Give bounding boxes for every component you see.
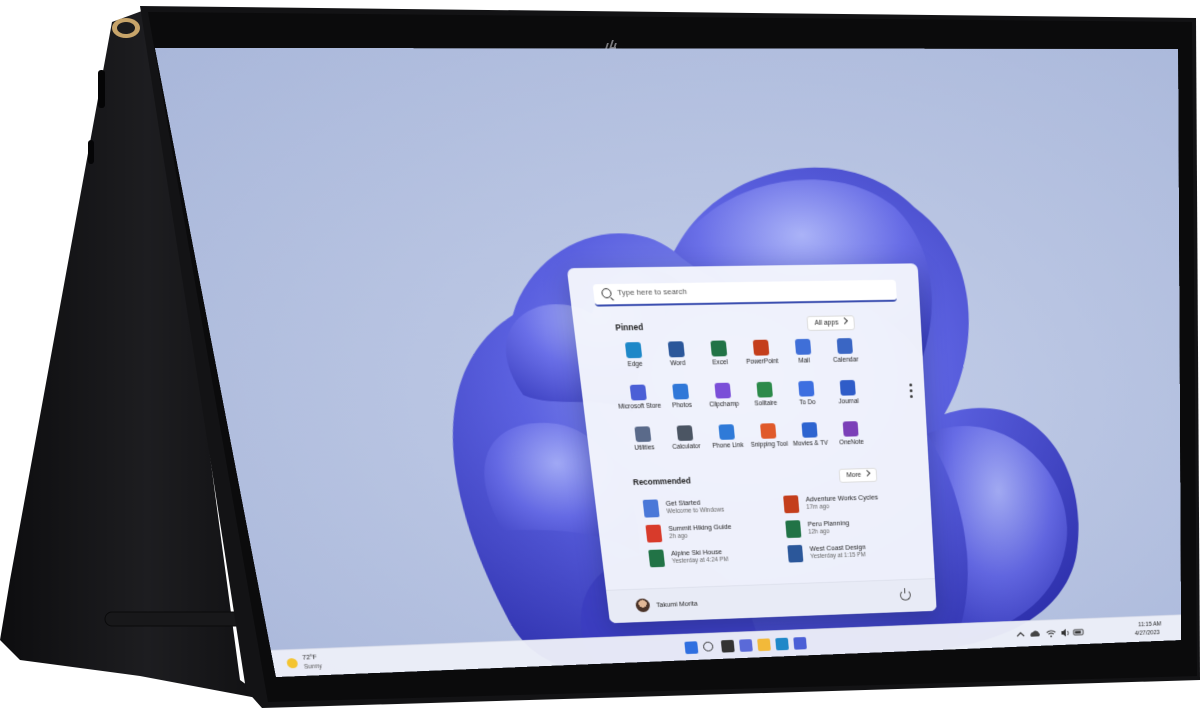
calendar-icon (836, 338, 853, 355)
chevron-up-icon[interactable] (1017, 633, 1024, 637)
recommended-heading: Recommended (632, 475, 692, 487)
recommended-item-subtitle: Welcome to Windows (666, 506, 725, 516)
clock-time[interactable]: 11:15 AM (1138, 621, 1161, 628)
pinned-app-calendar[interactable]: Calendar (820, 338, 871, 364)
pinned-app-label: OneNote (839, 439, 865, 447)
recommended-item[interactable]: Alpine Ski House Yesterday at 4:24 PM (648, 544, 789, 572)
store-icon (629, 384, 647, 401)
store-icon[interactable] (793, 636, 807, 650)
pinned-app-onenote[interactable]: OneNote (826, 421, 876, 447)
edge-icon[interactable] (775, 637, 789, 651)
avatar[interactable] (635, 598, 651, 613)
more-label: More (846, 471, 862, 479)
recommended-item-title: Adventure Works Cycles (805, 492, 879, 504)
sun-icon[interactable] (286, 658, 299, 669)
recommended-item[interactable]: Adventure Works Cycles 17m ago (783, 490, 922, 518)
calculator-icon (676, 425, 694, 441)
pdf-file-icon (645, 524, 663, 543)
recommended-item[interactable]: Peru Planning 12h ago (785, 514, 924, 542)
chat-icon[interactable] (738, 639, 753, 652)
recommended-item-subtitle: 17m ago (806, 503, 830, 511)
recommended-item-subtitle: Yesterday at 1:15 PM (810, 551, 866, 561)
utilities-icon (634, 426, 652, 443)
snipping-tool-icon (760, 423, 777, 439)
volume-icon[interactable] (1061, 628, 1066, 637)
onedrive-cloud-icon[interactable] (1030, 630, 1040, 637)
powerpoint-icon (752, 339, 770, 356)
wifi-icon[interactable] (1047, 631, 1056, 635)
recommended-item-title: Peru Planning (807, 518, 850, 529)
system-tray (1015, 625, 1119, 646)
recommended-item[interactable]: Get Started Welcome to Windows (642, 494, 785, 522)
pinned-heading: Pinned (614, 321, 644, 333)
phone-link-icon (718, 424, 735, 440)
file-explorer-icon[interactable] (757, 638, 771, 652)
start-search-box[interactable]: Type here to search (592, 279, 897, 307)
search-icon (600, 288, 613, 299)
powerpoint-file-icon (783, 495, 800, 514)
weather-temperature[interactable]: 72°F (302, 655, 317, 662)
all-apps-button[interactable]: All apps (806, 315, 856, 331)
weather-condition[interactable]: Sunny (304, 663, 323, 670)
recommended-item-title: Get Started (665, 498, 701, 508)
chevron-right-icon (863, 469, 871, 477)
recommended-item-subtitle: 2h ago (668, 532, 688, 541)
edge-icon (624, 342, 643, 359)
photos-icon (672, 383, 690, 400)
get-started-icon (642, 499, 660, 518)
power-icon[interactable] (899, 589, 912, 601)
search-placeholder: Type here to search (616, 286, 688, 298)
port-usb (98, 70, 105, 108)
onenote-icon (842, 421, 859, 437)
windows-start-icon[interactable] (684, 641, 699, 655)
windows-desktop: Type here to search Pinned All apps Edge… (155, 48, 1182, 678)
todo-icon (798, 380, 815, 397)
pinned-app-label: Calendar (832, 356, 859, 364)
excel-file-icon (648, 549, 666, 568)
recommended-item-title: Summit Hiking Guide (667, 522, 732, 533)
recommended-item-subtitle: 12h ago (808, 528, 830, 536)
start-menu: Type here to search Pinned All apps Edge… (566, 263, 937, 624)
task-view-icon[interactable] (720, 639, 735, 653)
excel-icon (710, 340, 728, 357)
excel-file-icon (785, 520, 802, 539)
user-name[interactable]: Takumi Morita (656, 599, 698, 609)
search-icon[interactable] (702, 641, 714, 652)
more-pages-icon[interactable] (909, 383, 913, 398)
journal-icon (839, 379, 856, 396)
clock-date[interactable]: 4/27/2023 (1135, 630, 1160, 637)
movies-tv-icon (801, 422, 818, 438)
clipchamp-icon (714, 382, 732, 399)
recommended-item[interactable]: Summit Hiking Guide 2h ago (645, 519, 787, 547)
all-apps-label: All apps (814, 319, 839, 327)
chevron-right-icon (841, 317, 848, 325)
recommended-item-subtitle: Yesterday at 4:24 PM (671, 556, 729, 565)
more-button[interactable]: More (838, 467, 878, 483)
solitaire-icon (756, 381, 773, 398)
port-slot (88, 140, 94, 164)
word-file-icon (787, 544, 804, 563)
recommended-list: Get Started Welcome to Windows Adventure W… (642, 490, 925, 587)
recommended-item[interactable]: West Coast Design Yesterday at 1:15 PM (787, 539, 925, 567)
mail-icon (794, 338, 812, 355)
word-icon (667, 341, 685, 358)
pinned-app-journal[interactable]: Journal (823, 379, 874, 406)
pinned-app-label: Journal (838, 398, 860, 406)
